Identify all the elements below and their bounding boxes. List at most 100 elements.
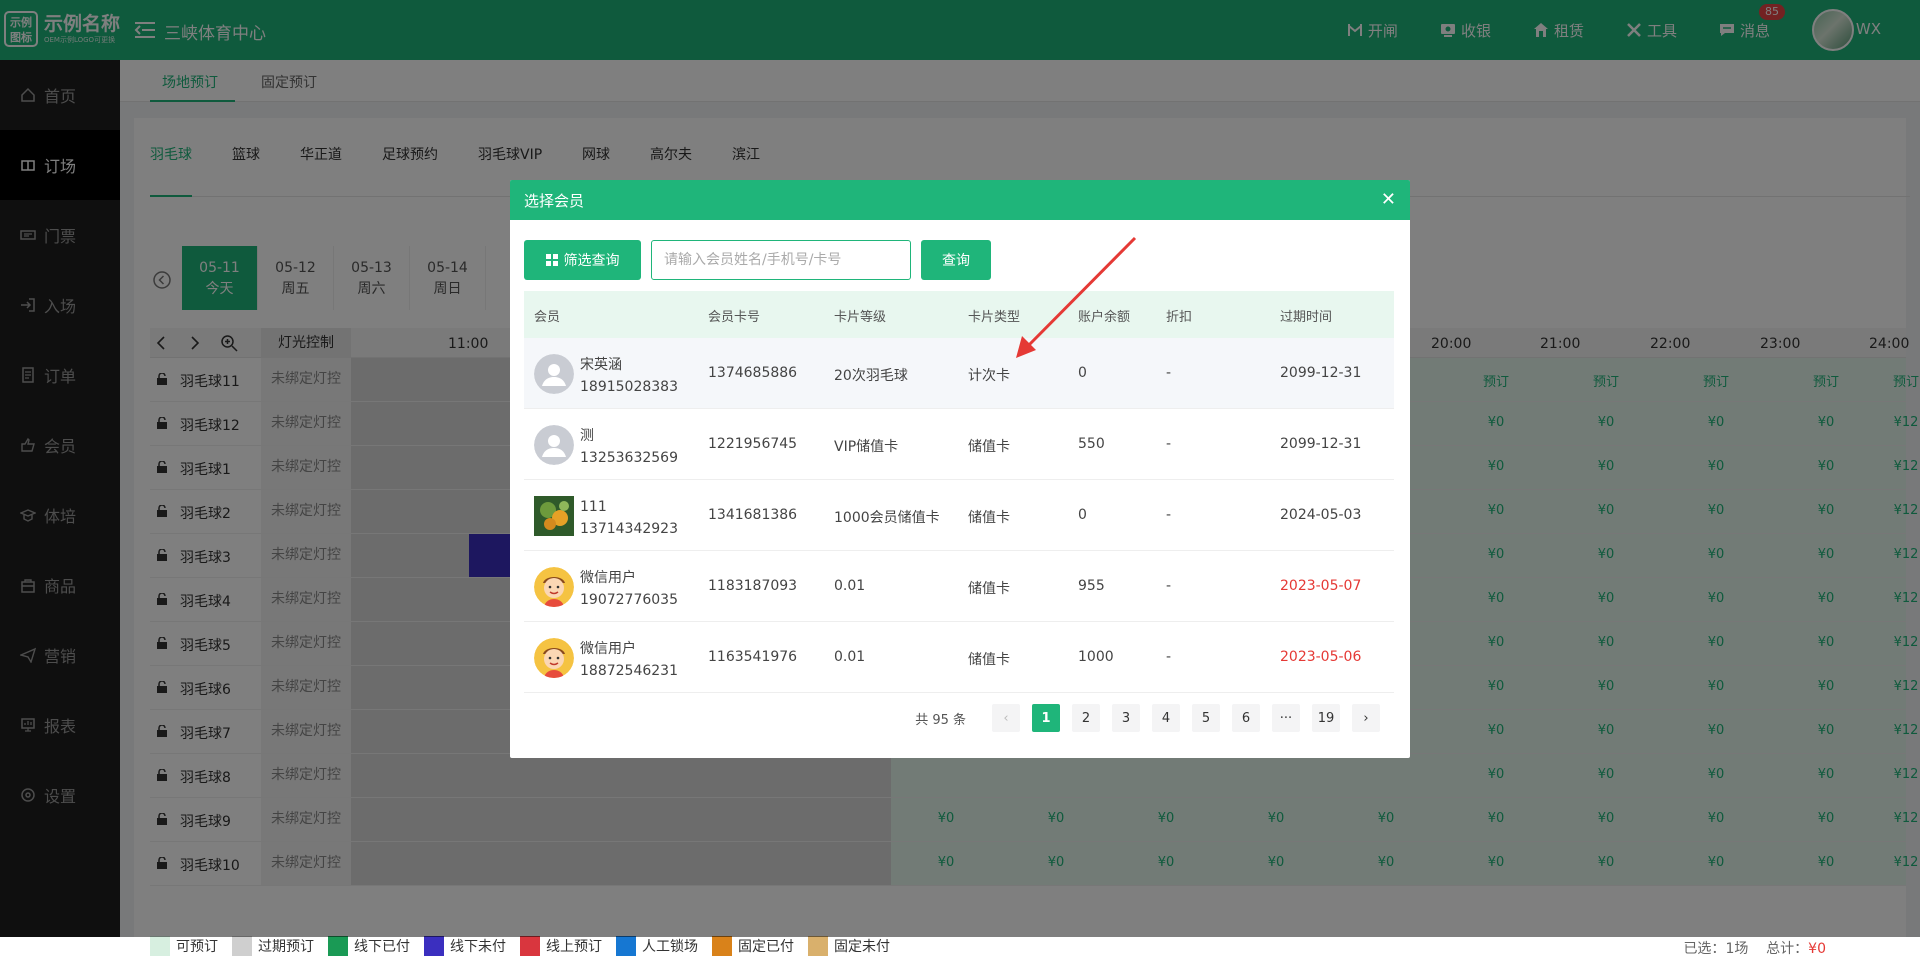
member-name: 111 bbox=[580, 499, 607, 515]
legend-item: 线上预订 bbox=[520, 936, 602, 956]
card-type: 储值卡 bbox=[968, 439, 1010, 455]
col-expire: 过期时间 bbox=[1280, 310, 1333, 325]
filter-query-button[interactable]: 筛选查询 bbox=[524, 240, 641, 280]
legend-item: 人工锁场 bbox=[616, 936, 698, 956]
page-button[interactable]: ··· bbox=[1272, 704, 1300, 732]
legend-item: 可预订 bbox=[150, 936, 218, 956]
account-balance: 0 bbox=[1078, 507, 1087, 523]
expire-date: 2099-12-31 bbox=[1280, 365, 1362, 381]
legend-item: 过期预订 bbox=[232, 936, 314, 956]
photo-avatar-icon bbox=[534, 496, 574, 536]
card-number: 1341681386 bbox=[708, 507, 798, 523]
account-balance: 0 bbox=[1078, 365, 1087, 381]
query-button[interactable]: 查询 bbox=[921, 240, 991, 280]
cartoon-avatar-icon bbox=[534, 567, 574, 607]
page-button[interactable]: 2 bbox=[1072, 704, 1100, 732]
col-member: 会员 bbox=[534, 310, 561, 325]
legend-label: 人工锁场 bbox=[642, 939, 698, 955]
member-row[interactable]: 测 13253632569 1221956745 VIP储值卡 储值卡 550 - 2099-… bbox=[524, 409, 1394, 480]
pagination: 共 95 条 ‹ 1 2 3 4 5 6 ··· 19 › bbox=[915, 704, 1380, 732]
col-card-type: 卡片类型 bbox=[968, 310, 1021, 325]
dialog-header: 选择会员 ✕ bbox=[510, 180, 1410, 220]
legend-label: 线下未付 bbox=[450, 939, 506, 955]
card-level: 20次羽毛球 bbox=[834, 368, 908, 384]
col-discount: 折扣 bbox=[1166, 310, 1193, 325]
page-button[interactable]: 4 bbox=[1152, 704, 1180, 732]
member-row[interactable]: 111 13714342923 1341681386 1000会员储值卡 储值卡 0 - 20… bbox=[524, 480, 1394, 551]
card-number: 1163541976 bbox=[708, 649, 798, 665]
col-card-level: 卡片等级 bbox=[834, 310, 887, 325]
cartoon-avatar-icon bbox=[534, 638, 574, 678]
member-search-input[interactable] bbox=[651, 240, 911, 280]
member-phone: 13253632569 bbox=[580, 450, 678, 466]
expire-date: 2023-05-06 bbox=[1280, 649, 1362, 665]
member-phone: 18915028383 bbox=[580, 379, 678, 395]
col-balance: 账户余额 bbox=[1078, 310, 1131, 325]
member-name: 微信用户 bbox=[580, 570, 636, 586]
page-button[interactable]: 3 bbox=[1112, 704, 1140, 732]
member-row[interactable]: 微信用户 18872546231 1163541976 0.01 储值卡 1000 - 202… bbox=[524, 622, 1394, 693]
discount: - bbox=[1166, 649, 1172, 665]
member-phone: 18872546231 bbox=[580, 663, 678, 679]
next-page-icon[interactable]: › bbox=[1352, 704, 1380, 732]
default-avatar-icon bbox=[534, 354, 574, 394]
filter-query-label: 筛选查询 bbox=[563, 253, 620, 269]
expire-date: 2023-05-07 bbox=[1280, 578, 1362, 594]
prev-page-icon[interactable]: ‹ bbox=[992, 704, 1020, 732]
table-header: 会员 会员卡号 卡片等级 卡片类型 账户余额 折扣 过期时间 bbox=[524, 291, 1394, 338]
member-phone: 19072776035 bbox=[580, 592, 678, 608]
discount: - bbox=[1166, 436, 1172, 452]
account-balance: 550 bbox=[1078, 436, 1105, 452]
member-info: 测 13253632569 bbox=[580, 425, 678, 469]
legend-label: 固定已付 bbox=[738, 939, 794, 955]
card-type: 储值卡 bbox=[968, 652, 1010, 668]
legend-label: 过期预订 bbox=[258, 939, 314, 955]
selected-value: 1场 bbox=[1725, 941, 1749, 957]
account-balance: 955 bbox=[1078, 578, 1105, 594]
legend-label: 可预订 bbox=[176, 939, 218, 955]
card-type: 储值卡 bbox=[968, 510, 1010, 526]
member-info: 宋英涵 18915028383 bbox=[580, 354, 678, 398]
col-card-no: 会员卡号 bbox=[708, 310, 761, 325]
member-name: 宋英涵 bbox=[580, 357, 622, 373]
card-number: 1183187093 bbox=[708, 578, 798, 594]
card-level: 0.01 bbox=[834, 578, 866, 594]
member-name: 微信用户 bbox=[580, 641, 636, 657]
discount: - bbox=[1166, 365, 1172, 381]
legend-item: 固定已付 bbox=[712, 936, 794, 956]
member-table: 会员 会员卡号 卡片等级 卡片类型 账户余额 折扣 过期时间 宋英涵 189150… bbox=[524, 291, 1394, 693]
pagination-total: 共 95 条 bbox=[915, 712, 966, 728]
legend-item: 固定未付 bbox=[808, 936, 890, 956]
legend-item: 线下已付 bbox=[328, 936, 410, 956]
default-avatar-icon bbox=[534, 425, 574, 465]
page-button[interactable]: 19 bbox=[1312, 704, 1340, 732]
close-icon[interactable]: ✕ bbox=[1381, 191, 1396, 209]
grid-icon bbox=[545, 254, 558, 266]
total-value: ¥0 bbox=[1808, 941, 1826, 957]
member-phone: 13714342923 bbox=[580, 521, 678, 537]
dialog-title: 选择会员 bbox=[524, 191, 585, 210]
member-row[interactable]: 微信用户 19072776035 1183187093 0.01 储值卡 955 - 2023… bbox=[524, 551, 1394, 622]
card-level: VIP储值卡 bbox=[834, 439, 899, 455]
member-row[interactable]: 宋英涵 18915028383 1374685886 20次羽毛球 计次卡 0 - 2099-… bbox=[524, 338, 1394, 409]
card-number: 1221956745 bbox=[708, 436, 798, 452]
expire-date: 2099-12-31 bbox=[1280, 436, 1362, 452]
account-balance: 1000 bbox=[1078, 649, 1114, 665]
discount: - bbox=[1166, 507, 1172, 523]
legend-item: 线下未付 bbox=[424, 936, 506, 956]
member-info: 微信用户 18872546231 bbox=[580, 638, 678, 682]
page-button[interactable]: 5 bbox=[1192, 704, 1220, 732]
legend-label: 线下已付 bbox=[354, 939, 410, 955]
member-info: 111 13714342923 bbox=[580, 496, 678, 540]
discount: - bbox=[1166, 578, 1172, 594]
legend: 可预订 过期预订 线下已付 线下未付 线上预订 人工锁场 固定已付 固定未付 bbox=[150, 936, 904, 956]
legend-label: 固定未付 bbox=[834, 939, 890, 955]
page-button[interactable]: 1 bbox=[1032, 704, 1060, 732]
card-type: 计次卡 bbox=[968, 368, 1010, 384]
member-info: 微信用户 19072776035 bbox=[580, 567, 678, 611]
page-button[interactable]: 6 bbox=[1232, 704, 1260, 732]
page-buttons: 1 2 3 4 5 6 ··· 19 bbox=[1020, 704, 1340, 732]
member-rows: 宋英涵 18915028383 1374685886 20次羽毛球 计次卡 0 - 2099-… bbox=[524, 338, 1394, 693]
legend-label: 线上预订 bbox=[546, 939, 602, 955]
expire-date: 2024-05-03 bbox=[1280, 507, 1362, 523]
